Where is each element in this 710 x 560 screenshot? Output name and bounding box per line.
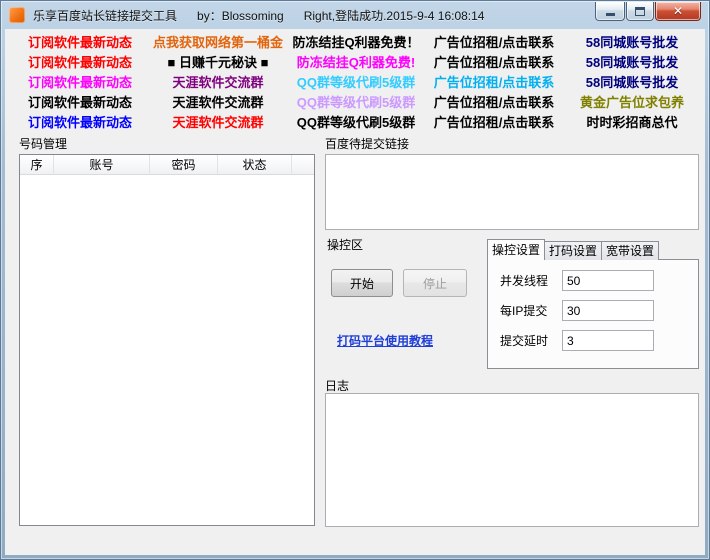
ad-grid: 订阅软件最新动态点我获取网络第一桶金防冻结挂Q利器免费！广告位招租/点击联系58… — [11, 33, 701, 133]
ad-link[interactable]: 防冻结挂Q利器免费! — [287, 53, 425, 73]
ad-link[interactable]: QQ群等级代刷5级群 — [287, 93, 425, 113]
ad-link[interactable]: 时时彩招商总代 — [563, 113, 701, 133]
client-area: 订阅软件最新动态点我获取网络第一桶金防冻结挂Q利器免费！广告位招租/点击联系58… — [5, 29, 705, 555]
captcha-tutorial-link[interactable]: 打码平台使用教程 — [337, 332, 433, 349]
threads-input[interactable] — [562, 270, 654, 291]
column-header-index[interactable]: 序 — [20, 155, 54, 174]
tab-broadband-settings[interactable]: 宽带设置 — [601, 241, 659, 260]
ad-link[interactable]: 订阅软件最新动态 — [11, 113, 149, 133]
window-title: 乐享百度站长链接提交工具 — [33, 7, 177, 24]
ad-link[interactable]: 防冻结挂Q利器免费！ — [287, 33, 425, 53]
maximize-icon — [635, 7, 645, 16]
caption-buttons: ✕ — [594, 2, 701, 21]
ad-link[interactable]: 订阅软件最新动态 — [11, 73, 149, 93]
ad-link[interactable]: 58同城账号批发 — [563, 33, 701, 53]
ad-link[interactable]: 58同城账号批发 — [563, 73, 701, 93]
listview-header: 序 账号 密码 状态 — [20, 155, 314, 175]
delay-input[interactable] — [562, 330, 654, 351]
start-button[interactable]: 开始 — [331, 269, 393, 297]
ad-link[interactable]: QQ群等级代刷5级群 — [287, 73, 425, 93]
stop-button[interactable]: 停止 — [403, 269, 467, 297]
settings-tab-strip: 操控设置 打码设置 宽带设置 — [487, 239, 659, 260]
app-icon — [9, 7, 25, 23]
links-label: 百度待提交链接 — [325, 135, 409, 152]
accounts-label: 号码管理 — [19, 135, 67, 152]
log-textarea[interactable] — [325, 393, 699, 527]
tab-control-settings[interactable]: 操控设置 — [487, 239, 545, 260]
ad-link[interactable]: QQ群等级代刷5级群 — [287, 113, 425, 133]
ad-link[interactable]: 天涯软件交流群 — [149, 113, 287, 133]
settings-tab-control: 操控设置 打码设置 宽带设置 并发线程 每IP提交 提交延时 — [487, 239, 699, 369]
ad-link[interactable]: 天涯软件交流群 — [149, 73, 287, 93]
ad-link[interactable]: 广告位招租/点击联系 — [425, 113, 563, 133]
window-byline: by：Blossoming — [197, 7, 284, 24]
close-icon: ✕ — [673, 3, 683, 20]
minimize-button[interactable] — [595, 2, 625, 21]
ad-link[interactable]: 广告位招租/点击联系 — [425, 33, 563, 53]
accounts-table[interactable]: 序 账号 密码 状态 — [19, 154, 315, 526]
ad-link[interactable]: ■ 日赚千元秘诀 ■ — [149, 53, 287, 73]
ad-link[interactable]: 点我获取网络第一桶金 — [149, 33, 287, 53]
ad-link[interactable]: 订阅软件最新动态 — [11, 93, 149, 113]
tab-captcha-settings[interactable]: 打码设置 — [544, 241, 602, 260]
accounts-table-body[interactable] — [20, 175, 314, 525]
column-header-account[interactable]: 账号 — [54, 155, 150, 174]
threads-field: 并发线程 — [500, 270, 654, 291]
minimize-icon — [606, 13, 615, 16]
per-ip-field: 每IP提交 — [500, 300, 654, 321]
column-header-password[interactable]: 密码 — [150, 155, 218, 174]
ad-link[interactable]: 广告位招租/点击联系 — [425, 93, 563, 113]
ad-link[interactable]: 天涯软件交流群 — [149, 93, 287, 113]
per-ip-label: 每IP提交 — [500, 302, 562, 319]
ad-link[interactable]: 广告位招租/点击联系 — [425, 53, 563, 73]
ad-link[interactable]: 订阅软件最新动态 — [11, 53, 149, 73]
control-label: 操控区 — [327, 236, 363, 253]
window-login-status: Right,登陆成功.2015-9-4 16:08:14 — [304, 7, 485, 24]
close-button[interactable]: ✕ — [655, 2, 701, 21]
per-ip-input[interactable] — [562, 300, 654, 321]
ad-link[interactable]: 58同城账号批发 — [563, 53, 701, 73]
log-label: 日志 — [325, 377, 349, 394]
links-textarea[interactable] — [325, 154, 699, 230]
ad-link[interactable]: 黄金广告位求包养 — [563, 93, 701, 113]
threads-label: 并发线程 — [500, 272, 562, 289]
titlebar[interactable]: 乐享百度站长链接提交工具 by：Blossoming Right,登陆成功.20… — [1, 1, 709, 29]
column-header-filler — [292, 155, 314, 174]
app-window: 乐享百度站长链接提交工具 by：Blossoming Right,登陆成功.20… — [0, 0, 710, 560]
ad-link[interactable]: 订阅软件最新动态 — [11, 33, 149, 53]
column-header-status[interactable]: 状态 — [218, 155, 292, 174]
settings-panel: 并发线程 每IP提交 提交延时 — [487, 259, 699, 369]
maximize-button[interactable] — [626, 2, 654, 21]
delay-field: 提交延时 — [500, 330, 654, 351]
delay-label: 提交延时 — [500, 332, 562, 349]
ad-link[interactable]: 广告位招租/点击联系 — [425, 73, 563, 93]
